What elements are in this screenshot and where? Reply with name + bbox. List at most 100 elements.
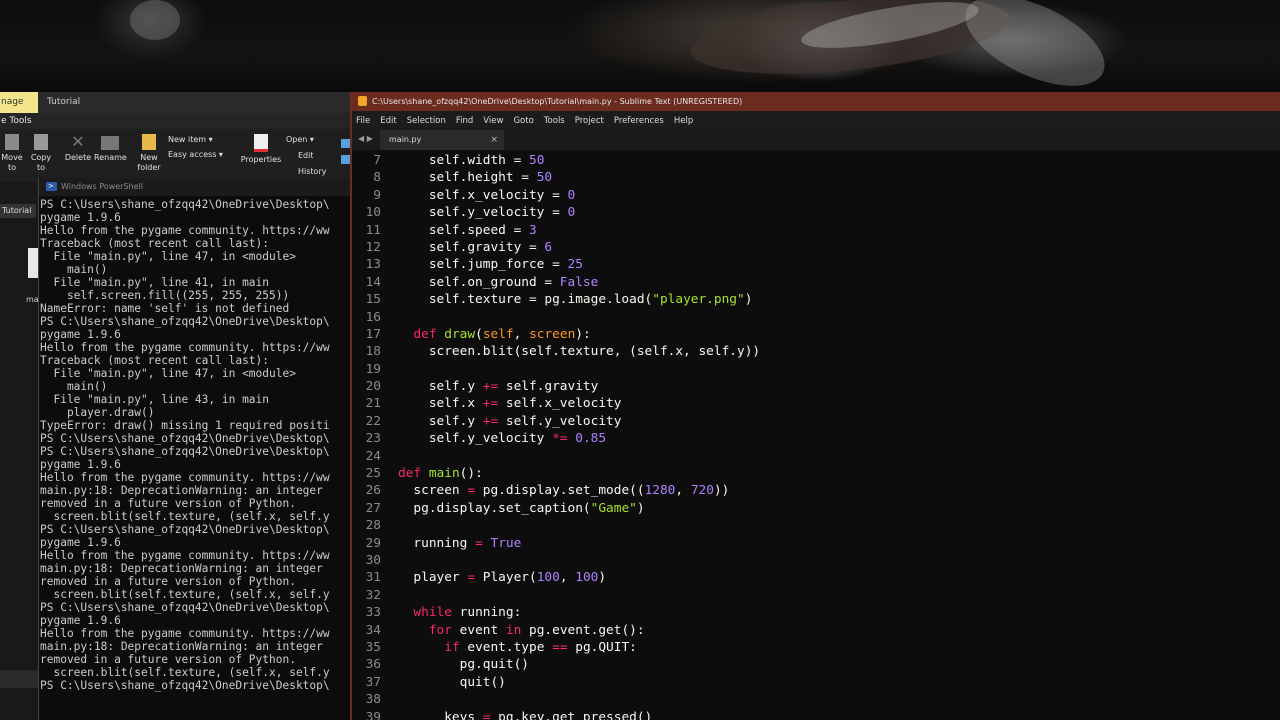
code-token: == (552, 639, 568, 655)
terminal-line: main.py:18: DeprecationWarning: an integ… (40, 484, 323, 497)
terminal-line: main.py:18: DeprecationWarning: an integ… (40, 562, 323, 575)
new-item-button[interactable]: New item ▾ (168, 135, 213, 145)
terminal-line: screen.blit(self.texture, (self.x, self.… (40, 588, 330, 601)
tab-main-py[interactable]: main.py × (380, 130, 504, 150)
code-text: for event in pg.event.get(): (398, 622, 645, 639)
select-none-icon[interactable] (341, 155, 350, 164)
code-token: running: (451, 605, 522, 621)
menu-item-selection[interactable]: Selection (407, 116, 446, 126)
line-number: 18 (365, 344, 381, 360)
menu-item-edit[interactable]: Edit (380, 116, 396, 126)
file-icon[interactable] (28, 248, 38, 278)
history-button[interactable]: History (298, 167, 326, 177)
code-token: self.on_ground = (398, 274, 560, 290)
menu-item-help[interactable]: Help (674, 116, 693, 126)
properties-button[interactable]: Properties (240, 134, 282, 165)
delete-button[interactable]: ✕ Delete (64, 134, 92, 163)
rename-button[interactable]: Rename (94, 134, 127, 163)
code-line: 29 running = True (352, 535, 1280, 552)
code-text: def draw(self, screen): (398, 326, 591, 343)
powershell-titlebar[interactable]: Windows PowerShell (39, 177, 351, 196)
code-line: 34 for event in pg.event.get(): (352, 622, 1280, 639)
terminal-output[interactable]: PS C:\Users\shane_ofzqq42\OneDrive\Deskt… (39, 196, 351, 718)
code-line: 9 self.x_velocity = 0 (352, 187, 1280, 204)
line-number: 22 (365, 413, 381, 429)
code-text: pg.quit() (398, 656, 529, 673)
powershell-window[interactable]: Windows PowerShell PS C:\Users\shane_ofz… (38, 177, 351, 720)
terminal-line: screen.blit(self.texture, (self.x, self.… (40, 666, 330, 679)
terminal-line: PS C:\Users\shane_ofzqq42\OneDrive\Deskt… (40, 315, 330, 328)
tab-nav-arrows-icon[interactable]: ◀ ▶ (358, 134, 373, 143)
code-token: screen.blit(self.texture, (self.x, self.… (398, 344, 761, 360)
code-token: += (482, 413, 499, 429)
code-text: self.width = 50 (398, 152, 545, 169)
menu-item-view[interactable]: View (483, 116, 503, 126)
move-to-button[interactable]: Move to (1, 134, 23, 173)
line-number: 17 (365, 326, 381, 342)
code-text: if event.type == pg.QUIT: (398, 639, 637, 656)
close-icon[interactable]: × (490, 130, 498, 150)
code-token: self.x (398, 396, 483, 412)
code-editor[interactable]: 7 self.width = 50 8 self.height = 50 9 sel… (352, 152, 1280, 720)
line-number: 37 (365, 674, 381, 690)
line-number: 21 (365, 396, 381, 412)
copy-to-button[interactable]: Copy to (28, 134, 54, 173)
line-number: 16 (365, 309, 381, 325)
code-text: running = True (398, 535, 521, 552)
select-all-icon[interactable] (341, 139, 350, 148)
code-token: 0 (567, 205, 576, 221)
new-item-label: New item ▾ (168, 135, 213, 144)
sublime-text-window: C:\Users\shane_ofzqq42\OneDrive\Desktop\… (350, 92, 1280, 720)
code-text: self.gravity = 6 (398, 239, 552, 256)
open-label: Open ▾ (286, 135, 314, 144)
easy-access-button[interactable]: Easy access ▾ (168, 150, 223, 160)
powershell-title: Windows PowerShell (61, 182, 143, 191)
code-line: 18 screen.blit(self.texture, (self.x, se… (352, 343, 1280, 360)
code-token: ): (575, 326, 591, 342)
code-token: for (428, 622, 452, 638)
status-bar (0, 670, 38, 688)
edit-button[interactable]: Edit (298, 151, 314, 161)
code-token: quit() (398, 674, 506, 690)
terminal-line: File "main.py", line 43, in main (40, 393, 270, 406)
nav-item-tutorial[interactable]: Tutorial (2, 206, 31, 215)
sublime-title: C:\Users\shane_ofzqq42\OneDrive\Desktop\… (372, 97, 743, 106)
code-token: pg.quit() (398, 657, 529, 673)
code-token: self.jump_force = (398, 257, 568, 273)
code-line: 24 (352, 448, 1280, 465)
line-number: 30 (365, 552, 381, 568)
code-token: False (559, 274, 599, 290)
code-token: "player.png" (652, 292, 745, 308)
code-token: def (413, 326, 437, 342)
code-line: 32 (352, 587, 1280, 604)
menu-item-project[interactable]: Project (575, 116, 604, 126)
line-number: 23 (365, 431, 381, 447)
line-number: 31 (365, 570, 381, 586)
desktop-wallpaper (0, 0, 1280, 92)
code-token: player (398, 570, 468, 586)
code-line: 25 def main(): (352, 465, 1280, 482)
code-token: (): (459, 466, 483, 482)
terminal-line: pygame 1.9.6 (40, 614, 121, 627)
menu-item-goto[interactable]: Goto (513, 116, 533, 126)
menu-item-preferences[interactable]: Preferences (614, 116, 664, 126)
code-token: ) (636, 500, 645, 516)
tab-tools[interactable]: e Tools (0, 113, 360, 129)
code-text: keys = pg.key.get_pressed() (398, 709, 652, 720)
code-token: ( (475, 326, 483, 342)
open-button[interactable]: Open ▾ (286, 135, 314, 145)
code-line: 11 self.speed = 3 (352, 222, 1280, 239)
tab-manage[interactable]: nage (0, 92, 38, 113)
code-token: screen (529, 326, 576, 342)
sublime-titlebar[interactable]: C:\Users\shane_ofzqq42\OneDrive\Desktop\… (352, 92, 1280, 111)
code-text: def main(): (398, 465, 483, 482)
code-token: self.width = (398, 153, 529, 168)
menu-item-find[interactable]: Find (456, 116, 473, 126)
line-number: 12 (365, 239, 381, 255)
terminal-line: File "main.py", line 41, in main (40, 276, 270, 289)
terminal-line: Hello from the pygame community. https:/… (40, 224, 330, 237)
code-token: self.texture = pg.image.load( (398, 292, 653, 308)
menu-item-file[interactable]: File (356, 116, 370, 126)
menu-item-tools[interactable]: Tools (544, 116, 565, 126)
new-folder-button[interactable]: New folder (136, 134, 162, 173)
